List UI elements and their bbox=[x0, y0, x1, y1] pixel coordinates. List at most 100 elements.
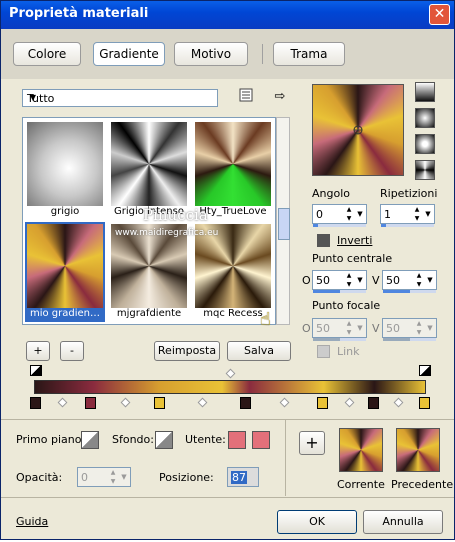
close-button[interactable]: ✕ bbox=[429, 4, 450, 25]
invert-label: Inverti bbox=[337, 234, 373, 247]
center-h-slider[interactable] bbox=[313, 290, 366, 293]
spin-down-icon[interactable]: ▼ bbox=[414, 280, 424, 289]
color-stop[interactable] bbox=[317, 397, 328, 409]
opacity-label: Opacità: bbox=[16, 471, 63, 484]
tab-motivo[interactable]: Motivo bbox=[174, 42, 248, 66]
center-h-spinner[interactable]: 50 ▲ ▼ ▼ bbox=[312, 270, 367, 293]
spin-up-icon[interactable]: ▲ bbox=[412, 205, 422, 214]
gradient-editor-bar[interactable] bbox=[34, 380, 426, 394]
gradient-item-mio-gradiente[interactable]: mio gradien… bbox=[25, 222, 105, 322]
gradient-item-grigio[interactable]: grigio bbox=[25, 120, 105, 220]
color-stop[interactable] bbox=[154, 397, 165, 409]
gradient-thumbnail bbox=[27, 122, 103, 206]
chevron-down-icon[interactable]: ▼ bbox=[425, 272, 435, 288]
color-midpoint[interactable] bbox=[279, 397, 290, 408]
current-gradient-preview[interactable] bbox=[339, 428, 383, 472]
angle-spinner[interactable]: 0 ▲ ▼ ▼ bbox=[312, 204, 367, 227]
gradient-item-grigio-intenso[interactable]: Grigio intenso bbox=[109, 120, 189, 220]
gradient-thumbnail bbox=[111, 122, 187, 206]
color-stop[interactable] bbox=[240, 397, 251, 409]
gradient-thumbnail bbox=[27, 224, 103, 308]
watermark-url: www.maidiregrafica.eu bbox=[115, 228, 219, 238]
previous-gradient-preview[interactable] bbox=[396, 428, 440, 472]
center-point-label: Punto centrale bbox=[312, 252, 393, 265]
link-label: Link bbox=[337, 345, 360, 358]
gradient-item-label: mjgrafdiente bbox=[116, 308, 182, 319]
repeat-spinner[interactable]: 1 ▲ ▼ ▼ bbox=[380, 204, 435, 227]
position-value: 87 bbox=[231, 471, 247, 484]
tab-colore[interactable]: Colore bbox=[13, 42, 81, 66]
user-color-swatch[interactable] bbox=[228, 431, 246, 449]
background-swatch[interactable] bbox=[155, 431, 173, 449]
add-gradient-button[interactable]: + bbox=[26, 341, 50, 361]
focal-v-spinner: 50 ▲ ▼ ▼ bbox=[382, 318, 437, 341]
center-v-spinner[interactable]: 50 ▲ ▼ ▼ bbox=[382, 270, 437, 293]
help-link[interactable]: Guida bbox=[16, 515, 48, 528]
angle-label: Angolo bbox=[312, 187, 350, 200]
transparency-stop-left[interactable] bbox=[30, 365, 42, 376]
gradient-preview[interactable] bbox=[312, 84, 404, 176]
angle-slider[interactable] bbox=[313, 224, 366, 227]
color-midpoint[interactable] bbox=[197, 397, 208, 408]
cancel-button[interactable]: Annulla bbox=[363, 510, 443, 534]
save-button[interactable]: Salva bbox=[227, 341, 291, 361]
color-midpoint[interactable] bbox=[344, 397, 355, 408]
chevron-down-icon[interactable]: ▼ bbox=[355, 272, 365, 288]
focal-v-slider bbox=[383, 338, 436, 341]
invert-checkbox[interactable] bbox=[317, 234, 330, 247]
foreground-label: Primo piano: bbox=[16, 433, 86, 446]
spin-up-icon[interactable]: ▲ bbox=[414, 271, 424, 280]
tab-gradiente[interactable]: Gradiente bbox=[93, 42, 165, 66]
linear-style-icon[interactable] bbox=[415, 82, 435, 102]
gradient-item-label: mio gradien… bbox=[29, 308, 101, 319]
scrollbar-thumb[interactable] bbox=[278, 208, 290, 240]
stop-properties-section: Primo piano: Sfondo: Utente: Opacità: 0 … bbox=[1, 419, 454, 496]
dialog-footer: Guida OK Annulla bbox=[1, 497, 454, 542]
gradient-thumbnail bbox=[195, 122, 271, 206]
color-midpoint[interactable] bbox=[393, 397, 404, 408]
repeat-slider[interactable] bbox=[381, 224, 434, 227]
user-color-swatch-alt[interactable] bbox=[252, 431, 270, 449]
transparency-stop-right[interactable] bbox=[419, 365, 431, 376]
spin-down-icon[interactable]: ▼ bbox=[412, 214, 422, 223]
spin-up-icon[interactable]: ▲ bbox=[344, 205, 354, 214]
reset-button[interactable]: Reimposta bbox=[154, 341, 220, 361]
color-stop-selected[interactable] bbox=[368, 397, 379, 409]
color-stop[interactable] bbox=[85, 397, 96, 409]
link-checkbox bbox=[317, 345, 330, 358]
chevron-down-icon: ▼ bbox=[357, 324, 363, 332]
spin-down-icon[interactable]: ▼ bbox=[344, 214, 354, 223]
color-midpoint[interactable] bbox=[120, 397, 131, 408]
spin-up-icon[interactable]: ▲ bbox=[344, 271, 354, 280]
chevron-down-icon: ▼ bbox=[121, 473, 127, 481]
remove-gradient-button[interactable]: - bbox=[60, 341, 84, 361]
color-stop[interactable] bbox=[30, 397, 41, 409]
repeat-label: Ripetizioni bbox=[380, 187, 438, 200]
add-swatch-button[interactable]: + bbox=[299, 431, 325, 455]
focal-v-value: 50 bbox=[386, 322, 400, 335]
gradient-category-select[interactable]: Tutto ▼ bbox=[22, 89, 218, 107]
transparency-midpoint[interactable] bbox=[225, 368, 236, 379]
sunburst-style-icon[interactable] bbox=[415, 160, 435, 180]
radial-style-icon[interactable] bbox=[415, 134, 435, 154]
gradient-item-hty-truelove[interactable]: Hty_TrueLove bbox=[193, 120, 273, 220]
focal-h-spinner: 50 ▲ ▼ ▼ bbox=[312, 318, 367, 341]
tab-separator bbox=[262, 44, 263, 64]
color-stop[interactable] bbox=[419, 397, 430, 409]
ok-button[interactable]: OK bbox=[277, 510, 357, 534]
position-label: Posizione: bbox=[159, 471, 214, 484]
position-field[interactable]: 87 bbox=[227, 467, 259, 487]
spin-down-icon[interactable]: ▼ bbox=[344, 280, 354, 289]
gallery-scrollbar[interactable] bbox=[276, 117, 290, 325]
tab-trama[interactable]: Trama bbox=[273, 42, 345, 66]
chevron-down-icon[interactable]: ▼ bbox=[355, 206, 365, 222]
previous-label: Precedente bbox=[391, 478, 454, 491]
material-properties-window: Proprietà materiali ✕ Colore Gradiente M… bbox=[0, 0, 455, 540]
color-midpoint[interactable] bbox=[57, 397, 68, 408]
center-v-slider[interactable] bbox=[383, 290, 436, 293]
chevron-down-icon[interactable]: ▼ bbox=[423, 206, 433, 222]
resource-manager-icon[interactable] bbox=[237, 88, 255, 106]
arrow-right-icon[interactable]: ⇨ bbox=[271, 88, 289, 106]
rectangular-style-icon[interactable] bbox=[415, 108, 435, 128]
foreground-swatch[interactable] bbox=[81, 431, 99, 449]
